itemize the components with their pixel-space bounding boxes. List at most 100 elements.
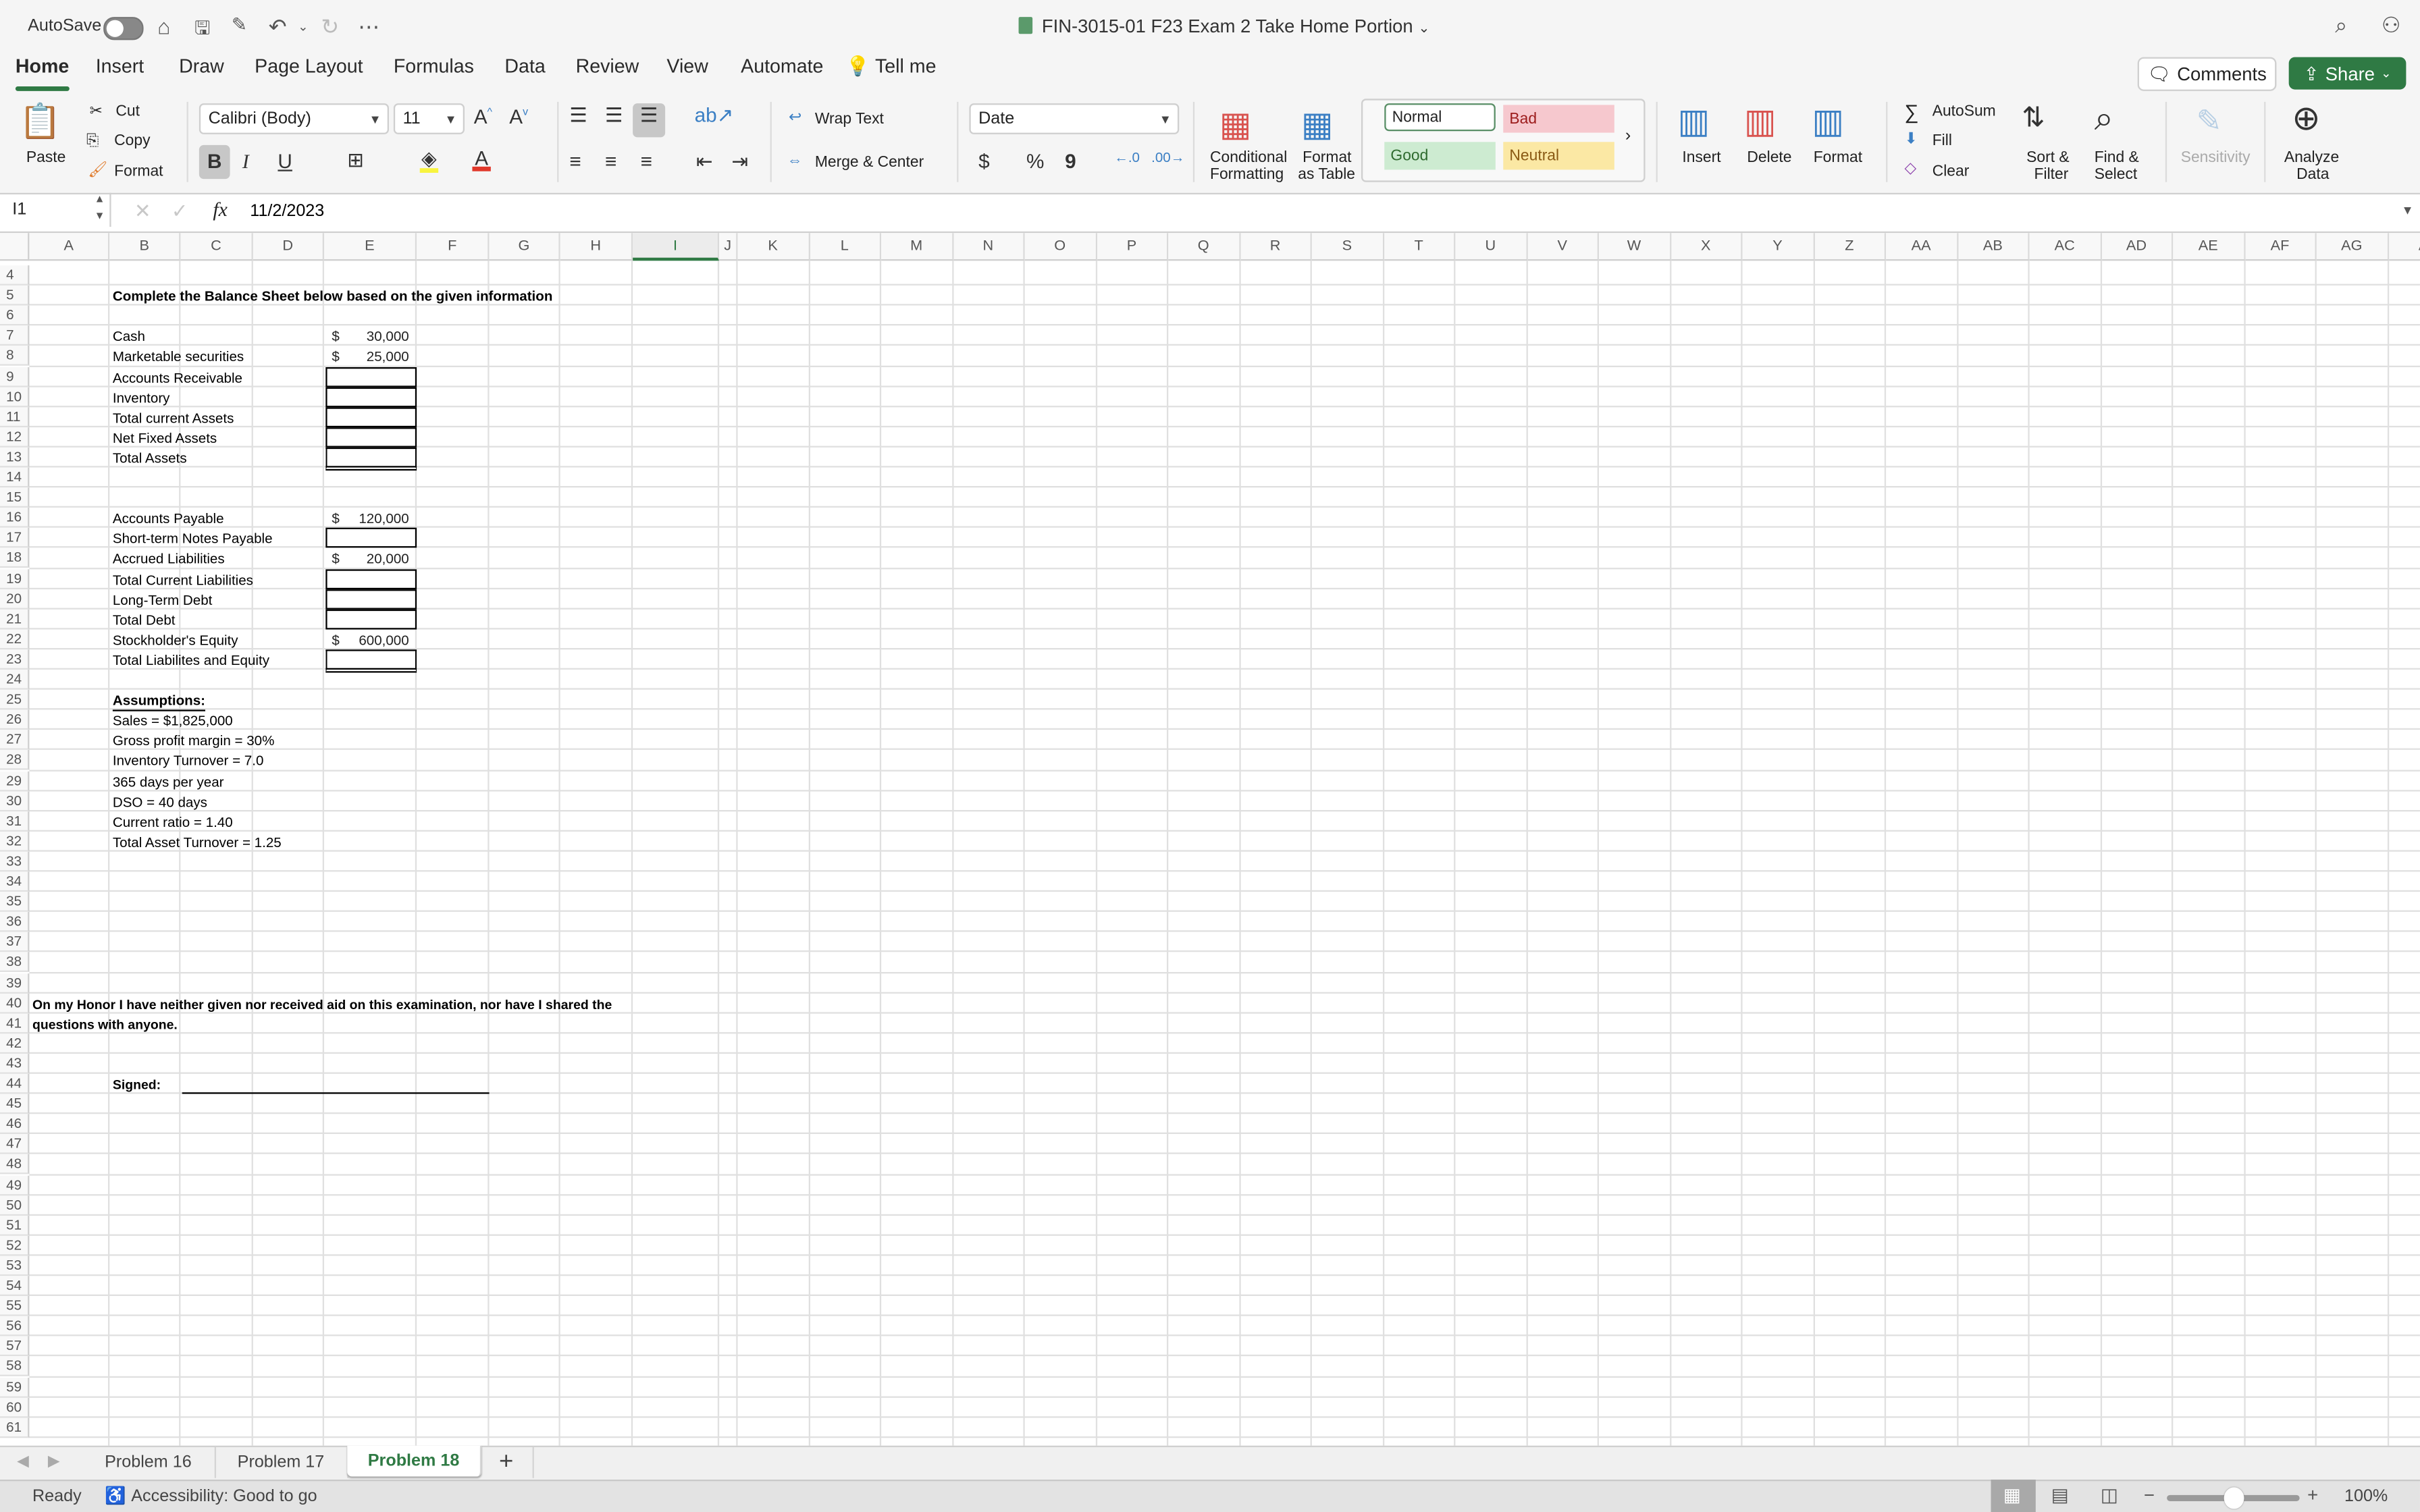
style-good[interactable]: Good: [1384, 142, 1496, 170]
find-select-label-2[interactable]: Select: [2095, 167, 2138, 184]
row-header[interactable]: 56: [0, 1316, 30, 1337]
redo-icon[interactable]: ↻: [321, 14, 339, 40]
row-header[interactable]: 26: [0, 709, 30, 730]
row-header[interactable]: 28: [0, 750, 30, 771]
save-icon[interactable]: 🖫: [194, 14, 210, 47]
sort-filter-label-2[interactable]: Filter: [2034, 167, 2069, 184]
row-header[interactable]: 50: [0, 1195, 30, 1216]
name-box[interactable]: I1 ▲ ▼: [0, 191, 111, 227]
row-header[interactable]: 23: [0, 649, 30, 670]
font-size-select[interactable]: 11 ▼: [393, 103, 465, 134]
column-header[interactable]: N: [953, 233, 1025, 261]
row-header[interactable]: 53: [0, 1256, 30, 1276]
row-header[interactable]: 49: [0, 1174, 30, 1195]
column-header[interactable]: D: [253, 233, 324, 261]
underline-button[interactable]: U: [278, 150, 292, 173]
row-header[interactable]: 59: [0, 1376, 30, 1397]
page-layout-view-icon[interactable]: ▤: [2051, 1484, 2069, 1506]
row-header[interactable]: 41: [0, 1013, 30, 1033]
column-header[interactable]: H: [560, 233, 633, 261]
row-header[interactable]: 4: [0, 265, 30, 286]
column-header[interactable]: U: [1455, 233, 1527, 261]
insert-cells-icon[interactable]: ▥: [1678, 102, 1710, 142]
zoom-in-button[interactable]: +: [2307, 1484, 2318, 1506]
fill-button[interactable]: Fill: [1932, 133, 1952, 150]
tab-formulas[interactable]: Formulas: [394, 55, 474, 77]
row-header[interactable]: 22: [0, 629, 30, 650]
align-top-icon[interactable]: ☰: [569, 103, 587, 128]
sheet-tab-problem-17[interactable]: Problem 17: [215, 1447, 349, 1478]
answer-input-cell[interactable]: [325, 447, 417, 471]
row-header[interactable]: 16: [0, 508, 30, 529]
align-center-icon[interactable]: ≡: [605, 150, 616, 173]
paste-button[interactable]: Paste: [26, 150, 65, 167]
merge-center-button[interactable]: Merge & Center: [815, 155, 924, 171]
answer-input-cell[interactable]: [325, 386, 417, 407]
row-header[interactable]: 35: [0, 892, 30, 913]
answer-input-cell[interactable]: [325, 589, 417, 610]
row-header[interactable]: 47: [0, 1134, 30, 1155]
undo-icon[interactable]: ↶: [269, 14, 287, 40]
column-header[interactable]: T: [1384, 233, 1456, 261]
row-header[interactable]: 21: [0, 609, 30, 630]
sheet-tab-problem-18[interactable]: Problem 18: [347, 1445, 482, 1477]
column-header[interactable]: X: [1671, 233, 1743, 261]
conditional-formatting-label-2[interactable]: Formatting: [1210, 167, 1284, 184]
increase-decimal-icon[interactable]: ←.0: [1114, 150, 1140, 165]
row-header[interactable]: 61: [0, 1417, 30, 1438]
amount-cell[interactable]: $120,000: [325, 510, 417, 530]
currency-button[interactable]: $: [978, 150, 990, 173]
row-header[interactable]: 46: [0, 1114, 30, 1135]
tab-insert[interactable]: Insert: [96, 55, 144, 77]
tab-draw[interactable]: Draw: [179, 55, 224, 77]
bold-button[interactable]: B: [199, 144, 230, 180]
column-header[interactable]: S: [1311, 233, 1384, 261]
analyze-data-label-1[interactable]: Analyze: [2284, 150, 2339, 167]
amount-cell[interactable]: $25,000: [325, 348, 417, 368]
row-header[interactable]: 24: [0, 669, 30, 690]
row-header[interactable]: 45: [0, 1094, 30, 1114]
row-header[interactable]: 60: [0, 1397, 30, 1418]
column-header[interactable]: I: [633, 233, 720, 261]
format-cells-icon[interactable]: ▥: [1812, 102, 1844, 142]
row-header[interactable]: 30: [0, 790, 30, 811]
tab-automate[interactable]: Automate: [741, 55, 823, 77]
signature-line[interactable]: [182, 1092, 490, 1094]
row-header[interactable]: 42: [0, 1033, 30, 1054]
column-header[interactable]: F: [417, 233, 490, 261]
scroll-right-icon[interactable]: ▶: [48, 1453, 60, 1470]
autosave-toggle[interactable]: [103, 17, 144, 40]
worksheet-grid[interactable]: A B C D E F G H I J K L M N O P Q R S T U V W X Y Z AA AB AC AD AE AF AG…: [0, 233, 2420, 1446]
row-header[interactable]: 15: [0, 487, 30, 508]
find-select-label-1[interactable]: Find &: [2095, 150, 2139, 167]
row-header[interactable]: 20: [0, 589, 30, 610]
column-header[interactable]: Y: [1742, 233, 1814, 261]
format-painter-button[interactable]: Format: [114, 163, 163, 180]
decrease-font-icon[interactable]: Av: [509, 105, 528, 128]
row-header[interactable]: 18: [0, 548, 30, 569]
borders-icon[interactable]: ⊞: [347, 148, 364, 173]
row-header[interactable]: 33: [0, 851, 30, 872]
answer-input-cell[interactable]: [325, 609, 417, 630]
answer-input-cell[interactable]: [325, 568, 417, 589]
row-header[interactable]: 34: [0, 871, 30, 892]
row-header[interactable]: 44: [0, 1073, 30, 1094]
row-header[interactable]: 43: [0, 1053, 30, 1074]
column-header[interactable]: G: [489, 233, 560, 261]
share-people-icon[interactable]: ⚇: [2382, 12, 2401, 38]
row-header[interactable]: 17: [0, 528, 30, 549]
style-neutral[interactable]: Neutral: [1503, 142, 1614, 170]
column-header[interactable]: O: [1024, 233, 1097, 261]
formula-input[interactable]: [246, 196, 2384, 227]
row-header[interactable]: 32: [0, 831, 30, 852]
row-header[interactable]: 5: [0, 286, 30, 306]
search-icon[interactable]: ⌕: [2335, 12, 2347, 38]
row-header[interactable]: 48: [0, 1154, 30, 1175]
column-header[interactable]: AB: [1957, 233, 2030, 261]
autosum-button[interactable]: AutoSum: [1932, 103, 1996, 120]
amount-cell[interactable]: $20,000: [325, 550, 417, 570]
column-header[interactable]: AD: [2101, 233, 2174, 261]
row-header[interactable]: 39: [0, 973, 30, 994]
delete-cells-button[interactable]: Delete: [1747, 150, 1791, 167]
name-box-stepper-icon[interactable]: ▲ ▼: [95, 191, 105, 225]
